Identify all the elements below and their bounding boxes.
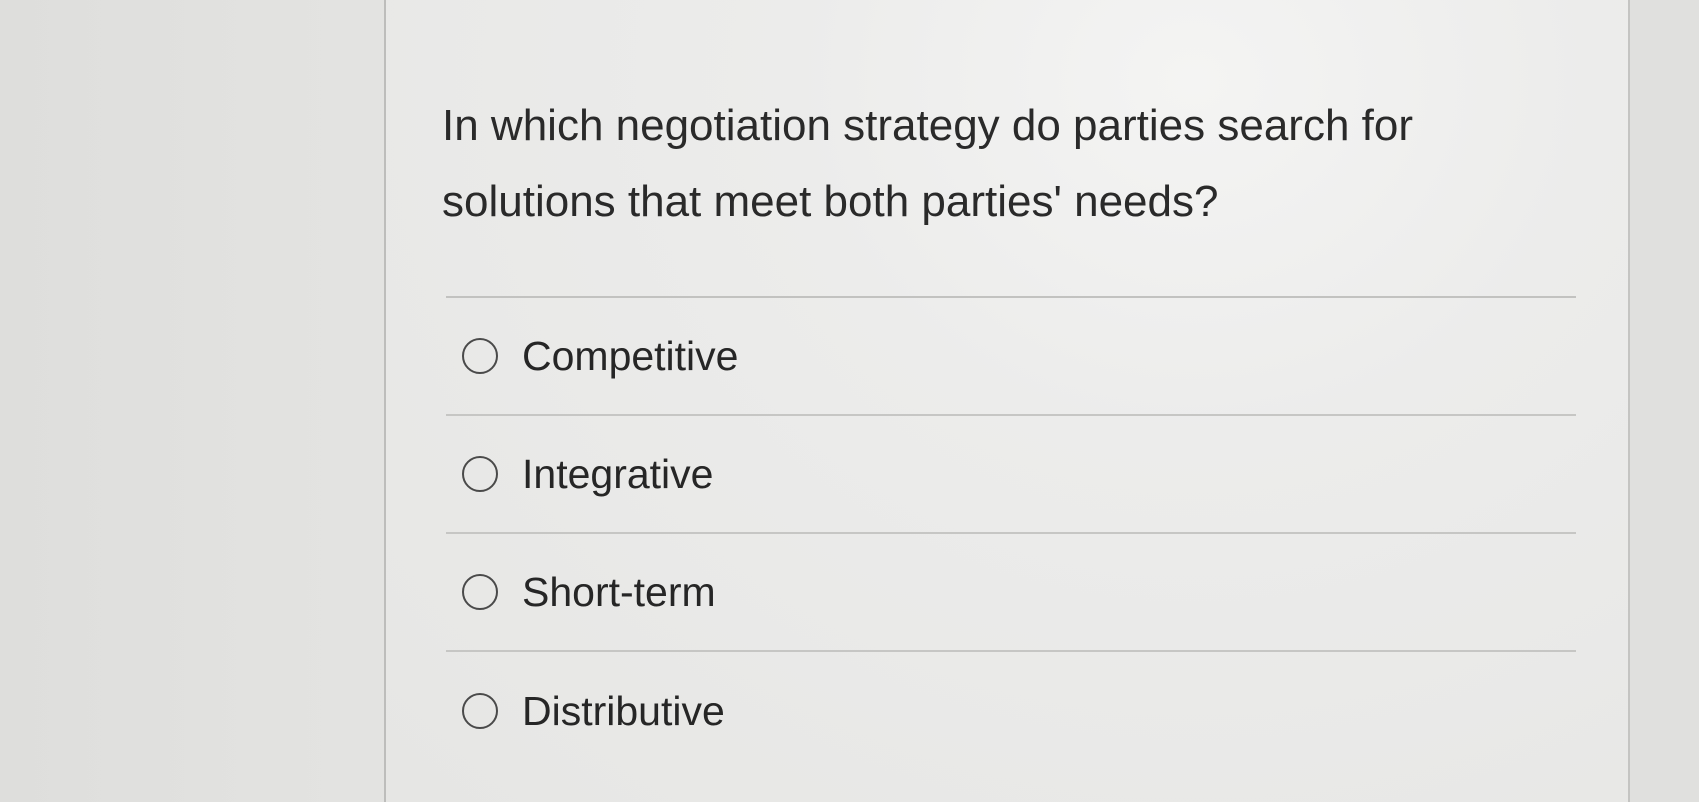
radio-button-icon[interactable] — [462, 693, 498, 729]
option-label: Integrative — [522, 450, 714, 497]
question-panel: In which negotiation strategy do parties… — [384, 0, 1630, 802]
radio-button-icon[interactable] — [462, 338, 498, 374]
option-label: Distributive — [522, 687, 725, 734]
radio-button-icon[interactable] — [462, 574, 498, 610]
option-competitive[interactable]: Competitive — [446, 298, 1576, 416]
option-label: Short-term — [522, 568, 716, 615]
question-text: In which negotiation strategy do parties… — [442, 101, 1413, 226]
option-short-term[interactable]: Short-term — [446, 534, 1576, 652]
option-distributive[interactable]: Distributive — [446, 652, 1576, 770]
option-label: Competitive — [522, 332, 739, 379]
radio-button-icon[interactable] — [462, 456, 498, 492]
option-integrative[interactable]: Integrative — [446, 416, 1576, 534]
answer-options: Competitive Integrative Short-term Distr… — [446, 296, 1576, 770]
screen-background: In which negotiation strategy do parties… — [0, 0, 1699, 802]
